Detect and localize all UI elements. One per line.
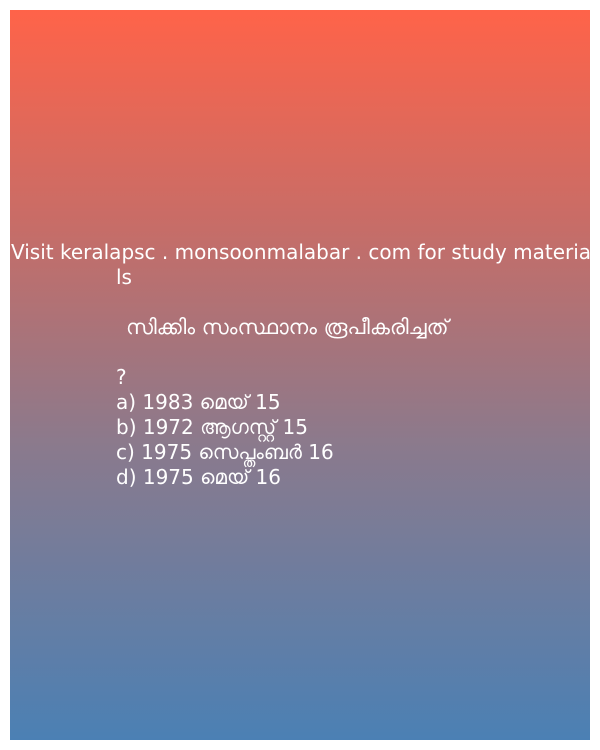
option-b: b) 1972 ആഗസ്റ്റ് 15: [116, 415, 308, 439]
option-d: d) 1975 മെയ് 16: [116, 465, 281, 489]
question-mark: ?: [116, 365, 127, 389]
option-c: c) 1975 സെപ്തംബർ 16: [116, 440, 334, 464]
question-text: സിക്കിം സംസ്ഥാനം രൂപീകരിച്ചത്: [126, 315, 449, 339]
question-card: Visit keralapsc . monsoonmalabar . com f…: [10, 10, 592, 740]
promo-text-line-2: ls: [116, 265, 132, 289]
option-a: a) 1983 മെയ് 15: [116, 390, 281, 414]
promo-text-line-1: Visit keralapsc . monsoonmalabar . com f…: [11, 240, 592, 264]
